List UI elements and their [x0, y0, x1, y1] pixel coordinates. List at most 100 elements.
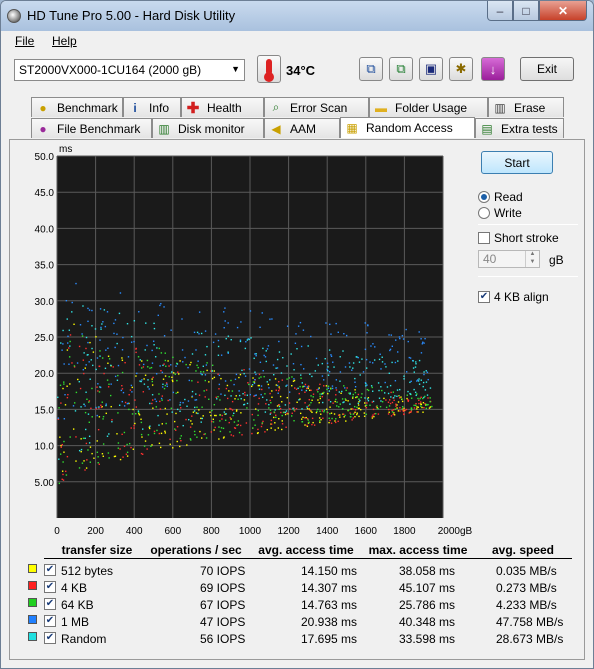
data-point — [142, 391, 145, 393]
tab-erase[interactable]: ▥ Erase — [488, 97, 564, 117]
short-stroke-checkbox[interactable]: Short stroke — [478, 231, 578, 245]
data-point — [384, 381, 386, 384]
data-point — [204, 330, 207, 332]
short-stroke-size-spinner[interactable]: 40 ▲ ▼ — [478, 250, 540, 268]
options-button[interactable]: ✱ — [449, 57, 473, 81]
data-point — [307, 419, 309, 421]
tab-health[interactable]: ✚ Health — [181, 97, 264, 117]
data-point — [300, 418, 303, 420]
data-point — [213, 370, 215, 372]
data-point — [214, 426, 216, 429]
temperature-button[interactable] — [257, 55, 281, 83]
data-point — [276, 358, 279, 361]
data-point — [292, 380, 295, 382]
data-point — [211, 377, 214, 380]
data-point — [418, 383, 421, 385]
data-point — [87, 413, 90, 415]
series-checkbox[interactable]: ✔ — [44, 581, 56, 593]
save-button[interactable]: ▣ — [419, 57, 443, 81]
data-point — [164, 384, 167, 387]
data-point — [387, 401, 390, 403]
data-point — [224, 320, 226, 322]
data-point — [429, 387, 432, 389]
minimize-button[interactable]: – — [487, 1, 513, 21]
tab-folder-usage[interactable]: ▬ Folder Usage — [369, 97, 488, 117]
data-point — [151, 349, 153, 352]
read-radio-label: Read — [494, 190, 523, 204]
4kb-align-checkbox[interactable]: ✔ 4 KB align — [478, 290, 578, 304]
data-point — [98, 463, 100, 465]
start-button[interactable]: Start — [481, 151, 553, 174]
tab-file-benchmark[interactable]: ● File Benchmark — [31, 118, 152, 138]
data-point — [180, 439, 182, 442]
data-point — [90, 407, 92, 410]
copy-screenshot-button[interactable]: ⧉ — [389, 57, 413, 81]
transfer-size-cell: 64 KB — [61, 598, 94, 612]
download-button[interactable]: ↓ — [481, 57, 505, 81]
data-point — [168, 365, 170, 367]
series-checkbox[interactable]: ✔ — [44, 564, 56, 576]
title-bar[interactable]: HD Tune Pro 5.00 - Hard Disk Utility – □… — [1, 1, 593, 31]
data-point — [88, 421, 90, 423]
tab-extra-tests[interactable]: ▤ Extra tests — [475, 118, 564, 138]
tab-benchmark[interactable]: ● Benchmark — [31, 97, 123, 117]
read-radio[interactable]: Read — [478, 190, 578, 204]
exit-button[interactable]: Exit — [520, 57, 574, 81]
data-point — [191, 395, 194, 397]
data-point — [95, 368, 97, 371]
tab-info[interactable]: i Info — [123, 97, 181, 117]
data-point — [311, 411, 313, 414]
data-point — [63, 383, 65, 385]
data-point — [165, 365, 167, 367]
spin-up-icon[interactable]: ▲ — [525, 251, 539, 259]
data-point — [270, 427, 272, 429]
data-point — [338, 391, 341, 393]
data-point — [102, 415, 105, 418]
data-point — [333, 366, 335, 368]
data-point — [255, 353, 257, 355]
close-button[interactable]: ✕ — [539, 1, 587, 21]
menu-file[interactable]: File — [15, 34, 34, 48]
series-checkbox[interactable]: ✔ — [44, 598, 56, 610]
tab-random-access[interactable]: ▦ Random Access — [340, 117, 475, 138]
copy-info-button[interactable]: ⧉ — [359, 57, 383, 81]
series-checkbox[interactable]: ✔ — [44, 632, 56, 644]
data-point — [251, 432, 253, 435]
maximize-button[interactable]: □ — [513, 1, 539, 21]
data-point — [311, 399, 313, 401]
spin-down-icon[interactable]: ▼ — [525, 259, 539, 267]
data-point — [78, 449, 81, 452]
tab-error-scan[interactable]: ⌕ Error Scan — [264, 97, 369, 117]
data-point — [217, 395, 219, 398]
data-point — [144, 374, 147, 376]
data-point — [97, 461, 99, 464]
data-point — [358, 415, 360, 418]
tab-aam[interactable]: ◀ AAM — [264, 118, 340, 138]
data-point — [369, 361, 371, 363]
table-row: ✔ 512 bytes 70 IOPS 14.150 ms 38.058 ms 0.035… — [28, 564, 572, 581]
data-point — [169, 443, 171, 445]
data-point — [204, 396, 206, 398]
series-color-swatch — [28, 598, 37, 607]
data-point — [319, 421, 321, 424]
data-point — [188, 379, 190, 382]
data-point — [290, 415, 293, 417]
x-tick-label: 1400 — [316, 526, 339, 537]
write-radio[interactable]: Write — [478, 206, 578, 220]
menu-help[interactable]: Help — [52, 34, 77, 48]
series-checkbox[interactable]: ✔ — [44, 615, 56, 627]
data-point — [202, 371, 205, 373]
data-point — [288, 377, 290, 379]
data-point — [318, 402, 320, 404]
data-point — [220, 377, 222, 380]
data-point — [330, 412, 333, 414]
data-point — [308, 421, 310, 423]
data-point — [304, 402, 306, 404]
tab-disk-monitor[interactable]: ▥ Disk monitor — [152, 118, 264, 138]
data-point — [161, 386, 164, 388]
drive-select[interactable]: ST2000VX000-1CU164 (2000 gB) ▼ — [14, 59, 245, 81]
data-point — [138, 412, 140, 415]
data-point — [218, 438, 220, 440]
data-point — [308, 389, 311, 392]
data-point — [423, 342, 425, 344]
